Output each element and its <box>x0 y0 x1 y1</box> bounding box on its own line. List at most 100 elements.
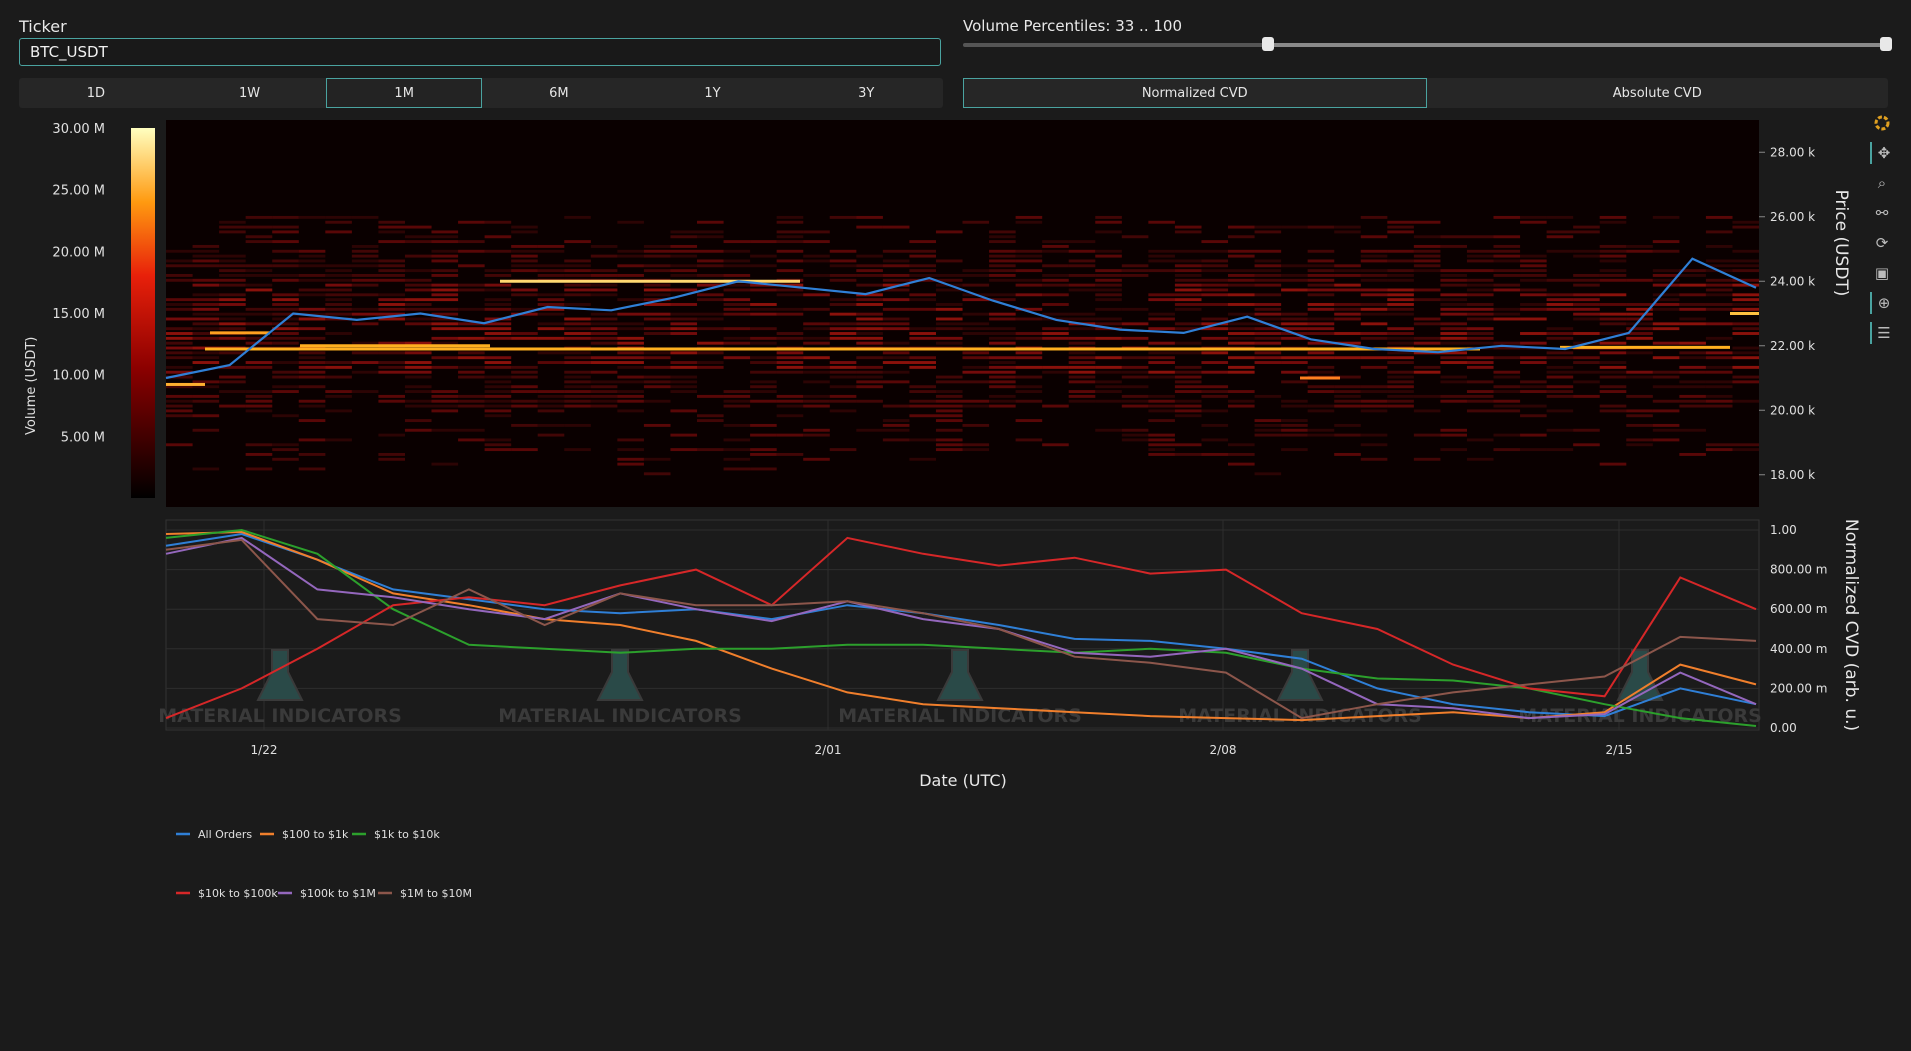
heatmap-cell <box>431 327 459 331</box>
heatmap-cell <box>166 327 193 331</box>
heatmap-cell <box>1599 259 1627 263</box>
heatmap-cell <box>1174 414 1202 418</box>
heatmap-cell <box>829 298 857 302</box>
heatmap-cell <box>1281 404 1308 408</box>
heatmap-cell <box>1732 293 1760 297</box>
heatmap-cell <box>1121 404 1149 408</box>
heatmap-cell <box>1573 428 1600 432</box>
heatmap-cell <box>697 419 724 423</box>
heatmap-cell <box>378 365 405 369</box>
heatmap-cell <box>219 336 246 340</box>
heatmap-cell <box>1254 230 1282 234</box>
save-icon[interactable]: ▣ <box>1870 262 1894 284</box>
heatmap-cell <box>1493 399 1521 403</box>
heatmap-cell <box>909 361 936 364</box>
heatmap-cell <box>1201 264 1229 268</box>
heatmap-cell <box>697 312 724 316</box>
heatmap-cell <box>935 443 963 447</box>
plotly-logo-icon[interactable] <box>1870 112 1894 134</box>
heatmap-cell <box>245 288 273 292</box>
heatmap-cell <box>1068 365 1096 369</box>
heatmap-cell <box>166 341 193 345</box>
heatmap-cell <box>1095 307 1122 311</box>
heatmap-cell <box>856 336 883 340</box>
heatmap-cell <box>989 278 1016 282</box>
heatmap-cell <box>643 375 671 379</box>
heatmap-cell <box>1652 322 1680 326</box>
heatmap-cell <box>1228 370 1255 374</box>
heatmap-cell <box>935 259 963 263</box>
legend-item-label[interactable]: $1M to $10M <box>400 887 472 900</box>
heatmap-cell <box>245 399 273 403</box>
heatmap-cell <box>298 288 326 292</box>
heatmap-cell <box>1546 303 1574 306</box>
legend-item-label[interactable]: All Orders <box>198 828 252 841</box>
legend-item-label[interactable]: $100 to $1k <box>282 828 349 841</box>
heatmap-cell <box>1679 404 1706 408</box>
heatmap-cell <box>1732 332 1760 335</box>
heatmap-cell <box>1148 341 1175 345</box>
heatmap-cell <box>1387 307 1414 311</box>
heatmap-cell <box>643 317 671 321</box>
heatmap-cell <box>537 351 565 355</box>
heatmap-cell <box>1015 269 1043 273</box>
heatmap-cell <box>1466 390 1494 394</box>
heatmap-cell <box>670 390 698 394</box>
heatmap-cell <box>272 230 299 234</box>
heatmap-cell <box>1440 327 1467 331</box>
legend-item-label[interactable]: $100k to $1M <box>300 887 376 900</box>
heatmap-cell <box>1466 235 1494 239</box>
heatmap-cell <box>670 317 698 321</box>
heatmap-cell <box>1281 288 1308 292</box>
heatmap-cell <box>1068 394 1096 398</box>
heatmap-cell <box>1201 278 1229 282</box>
heatmap-cell <box>1121 438 1149 442</box>
legend-item-label[interactable]: $10k to $100k <box>198 887 278 900</box>
legend-item-label[interactable]: $1k to $10k <box>374 828 440 841</box>
heatmap-cell <box>564 394 591 398</box>
heatmap-liquidity-band <box>1300 376 1340 380</box>
heatmap-cell <box>750 390 777 394</box>
pan-icon[interactable]: ✥ <box>1870 142 1896 164</box>
heatmap-cell <box>590 322 618 326</box>
heatmap-cell <box>723 448 751 452</box>
heatmap-cell <box>1095 380 1122 384</box>
heatmap-cell <box>351 361 379 364</box>
heatmap-cell <box>537 249 565 253</box>
heatmap-cell <box>1068 380 1096 384</box>
heatmap-cell <box>192 414 220 418</box>
heatmap-cell <box>192 303 220 306</box>
heatmap-cell <box>829 332 857 335</box>
heatmap-cell <box>1334 423 1361 427</box>
heatmap-cell <box>643 327 671 331</box>
heatmap-cell <box>1440 278 1467 282</box>
heatmap-cell <box>829 361 857 364</box>
heatmap-cell <box>1174 341 1202 345</box>
heatmap-cell <box>1174 303 1202 306</box>
heatmap-cell <box>1042 264 1069 268</box>
heatmap-cell <box>272 361 299 364</box>
heatmap-cell <box>697 235 724 239</box>
heatmap-cell <box>431 365 459 369</box>
heatmap-cell <box>1413 370 1441 374</box>
crosshair-icon[interactable]: ⊕ <box>1870 292 1896 314</box>
heatmap-cell <box>856 428 883 432</box>
heatmap-cell <box>1732 249 1760 253</box>
heatmap-cell <box>1679 307 1706 311</box>
heatmap-cell <box>590 399 618 403</box>
heatmap-cell <box>1015 375 1043 379</box>
reset-icon[interactable]: ⟳ <box>1870 232 1894 254</box>
heatmap-cell <box>1520 307 1547 311</box>
zoom-icon[interactable]: ⌕ <box>1870 172 1894 194</box>
heatmap-cell <box>1148 259 1175 263</box>
heatmap-cell <box>511 390 538 394</box>
heatmap-cell <box>1015 365 1043 369</box>
comment-icon[interactable]: ☰ <box>1870 322 1896 344</box>
heatmap-cell <box>431 404 459 408</box>
heatmap-cell <box>723 336 751 340</box>
zoom-out-icon[interactable]: ⚯ <box>1870 202 1894 224</box>
heatmap-cell <box>617 390 644 394</box>
heatmap-cell <box>537 298 565 302</box>
heatmap-cell <box>537 394 565 398</box>
heatmap-cell <box>723 404 751 408</box>
